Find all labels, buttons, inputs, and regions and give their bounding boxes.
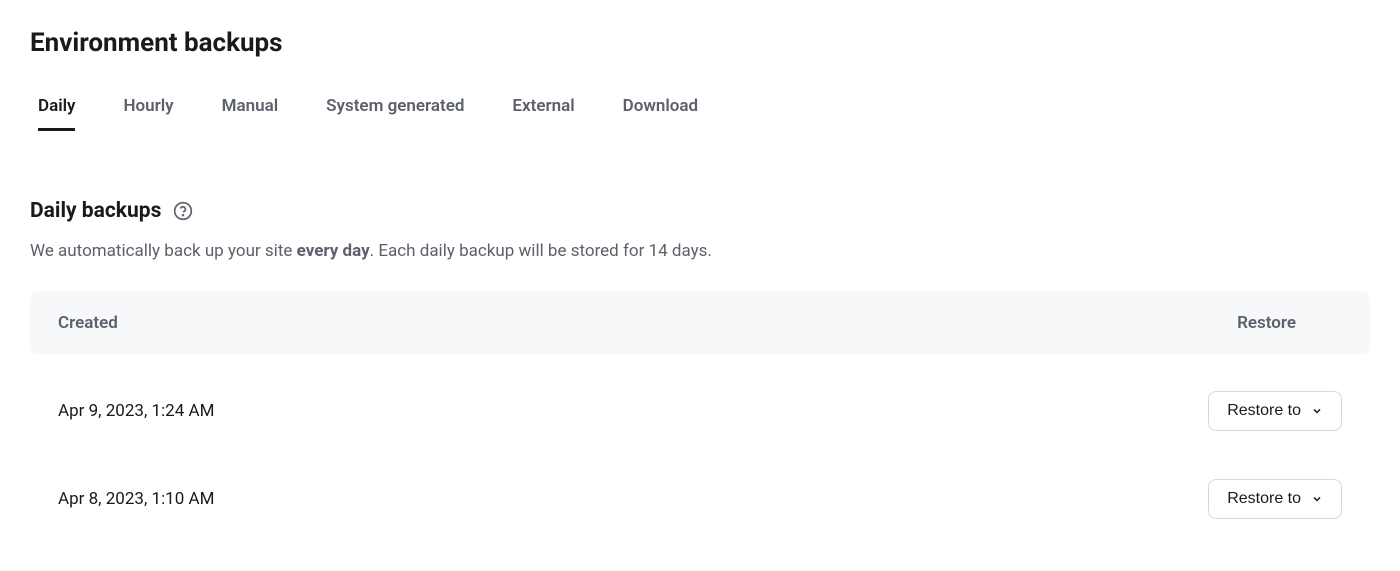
page-title: Environment backups <box>30 28 1370 58</box>
section-description-bold: every day <box>297 241 370 261</box>
table-header: Created Restore <box>30 291 1370 355</box>
restore-to-button[interactable]: Restore to <box>1208 391 1342 431</box>
created-cell: Apr 9, 2023, 1:24 AM <box>58 401 214 421</box>
tab-external[interactable]: External <box>512 96 574 131</box>
restore-button-label: Restore to <box>1227 490 1301 508</box>
tab-system-generated[interactable]: System generated <box>326 96 464 131</box>
tab-daily[interactable]: Daily <box>38 96 75 131</box>
section-description-post: . Each daily backup will be stored for 1… <box>370 241 712 261</box>
created-cell: Apr 8, 2023, 1:10 AM <box>58 489 214 509</box>
section-title: Daily backups <box>30 199 161 223</box>
help-icon[interactable] <box>173 201 193 221</box>
table-row: Apr 8, 2023, 1:10 AM Restore to <box>30 455 1370 543</box>
restore-button-label: Restore to <box>1227 402 1301 420</box>
section-description: We automatically back up your site every… <box>30 241 1370 261</box>
chevron-down-icon <box>1311 405 1323 417</box>
section-title-row: Daily backups <box>30 199 1370 223</box>
tabs: Daily Hourly Manual System generated Ext… <box>30 96 1370 131</box>
tab-manual[interactable]: Manual <box>222 96 279 131</box>
table-header-created: Created <box>58 313 118 333</box>
chevron-down-icon <box>1311 493 1323 505</box>
table-row: Apr 9, 2023, 1:24 AM Restore to <box>30 367 1370 455</box>
tab-download[interactable]: Download <box>623 96 698 131</box>
tab-hourly[interactable]: Hourly <box>123 96 173 131</box>
table-header-restore: Restore <box>1237 313 1342 333</box>
restore-to-button[interactable]: Restore to <box>1208 479 1342 519</box>
section-description-pre: We automatically back up your site <box>30 241 297 261</box>
